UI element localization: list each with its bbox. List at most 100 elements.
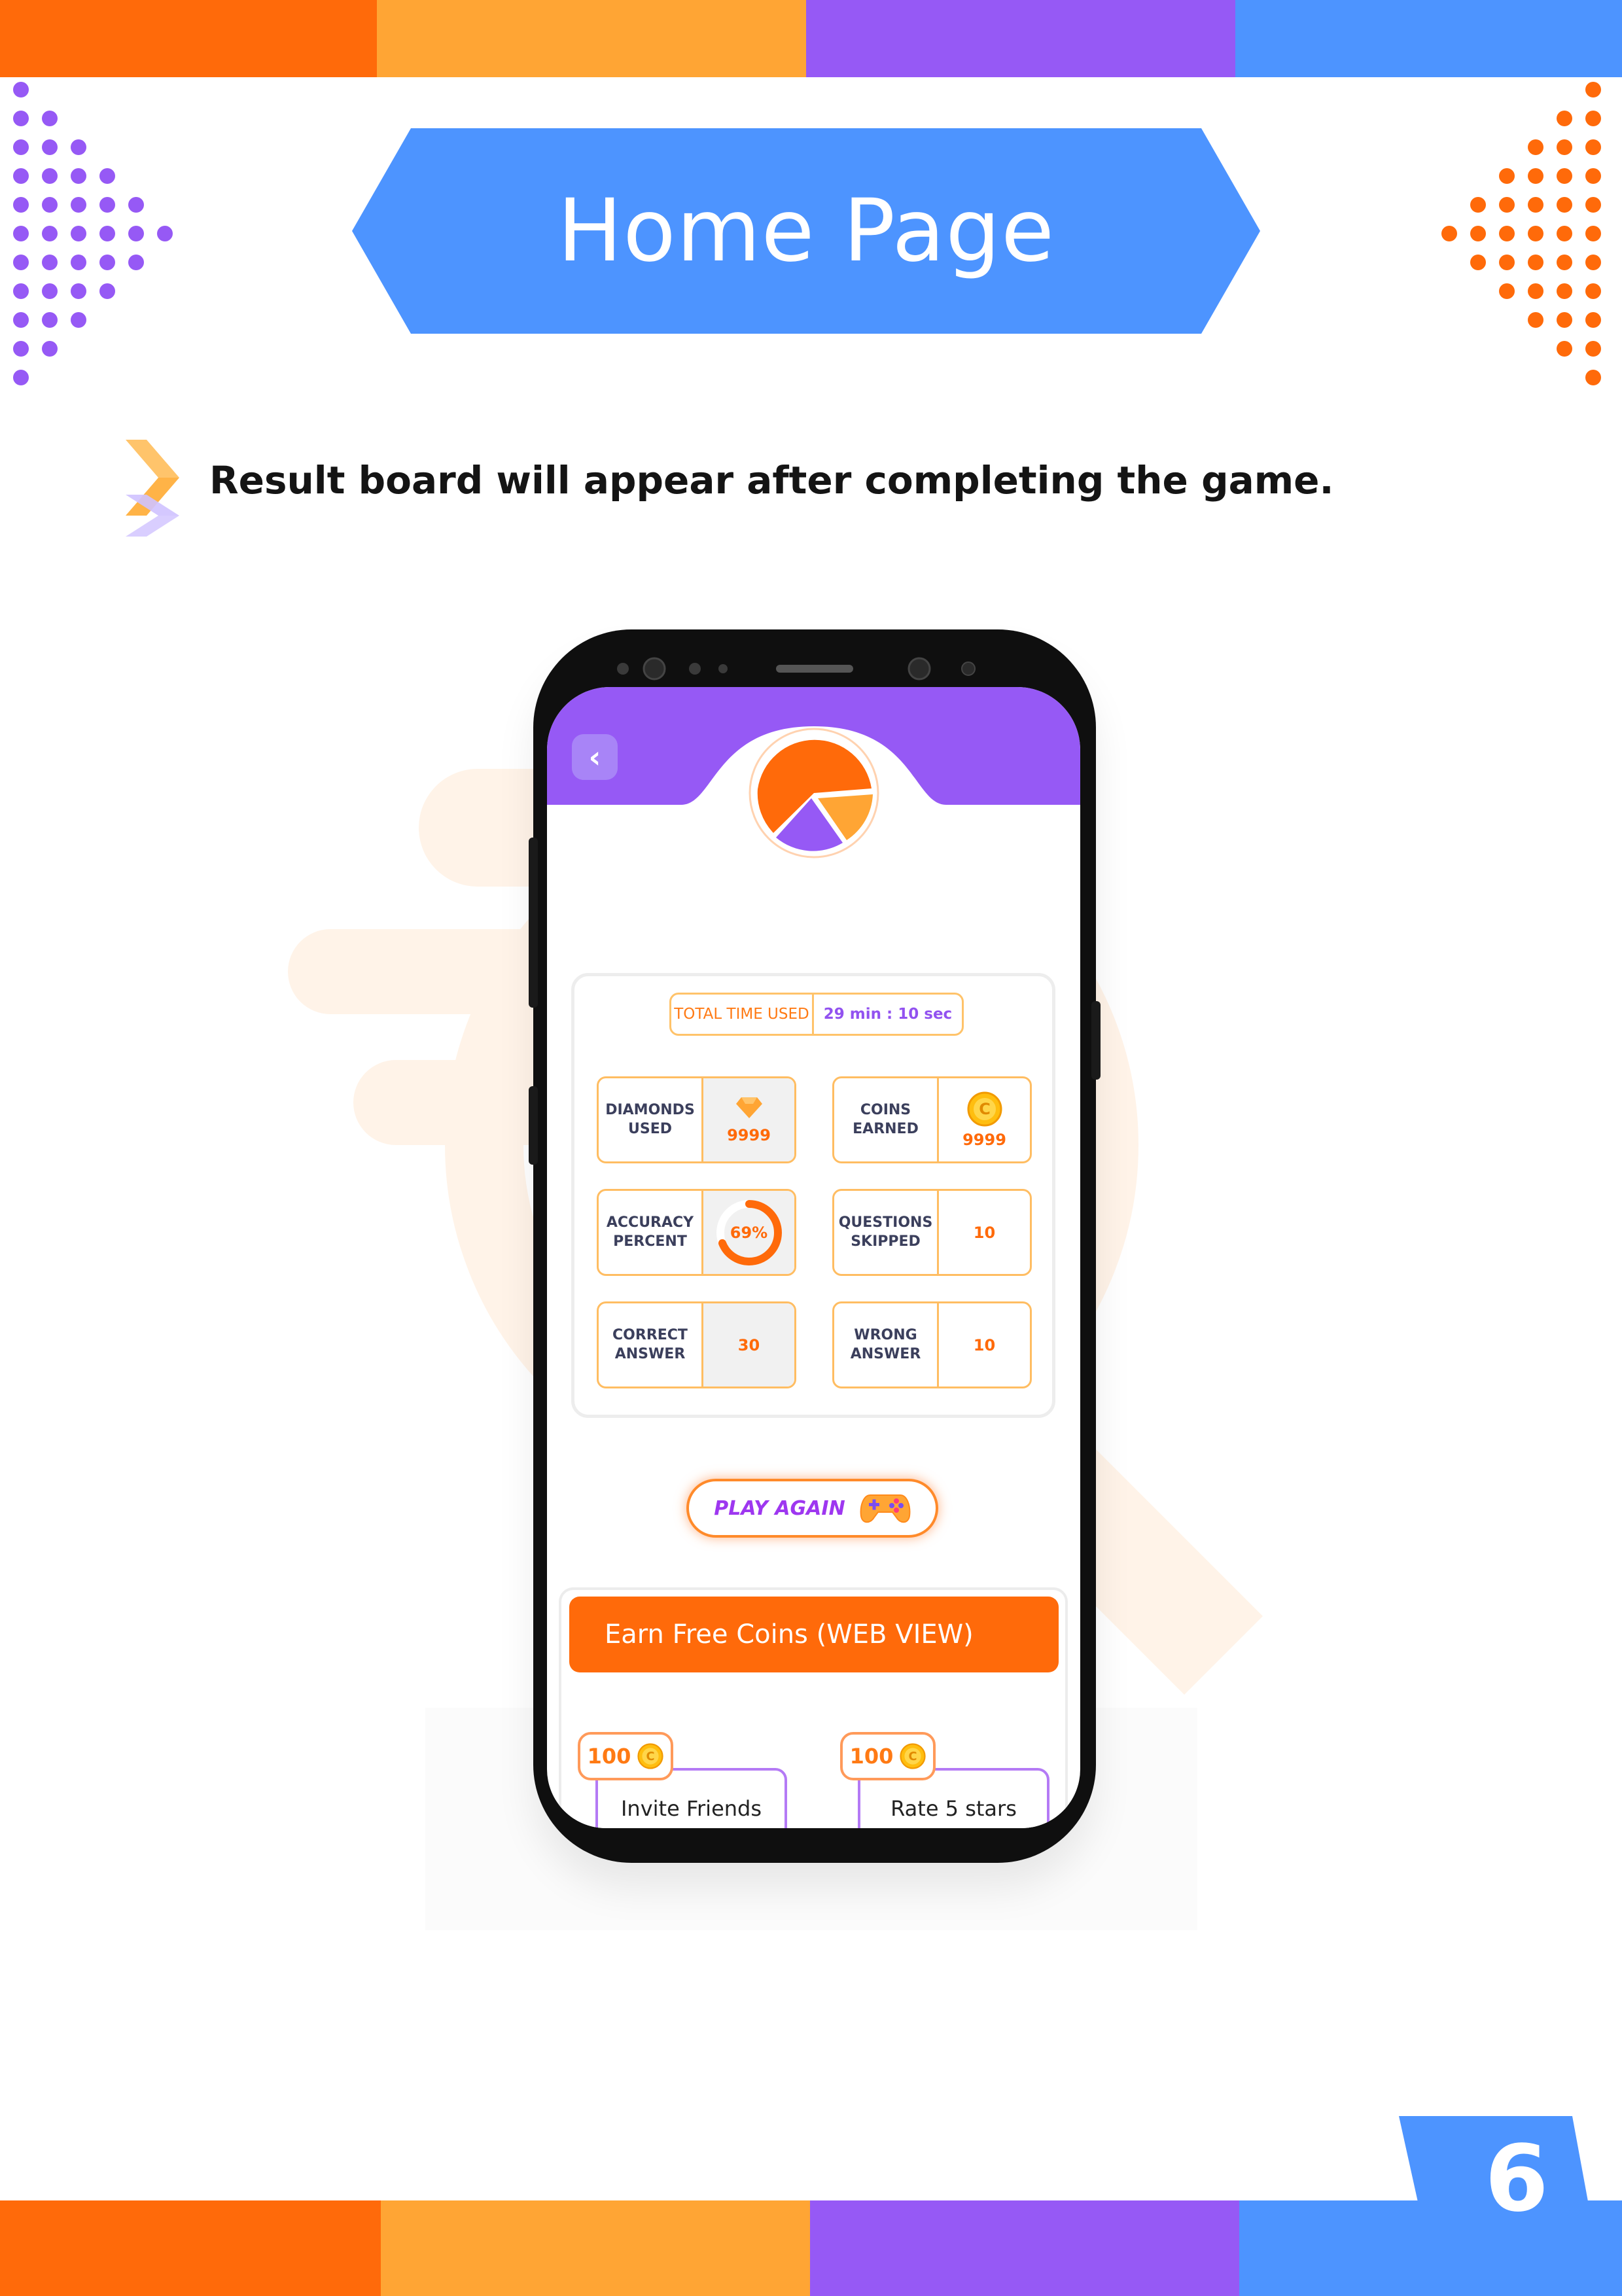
decorative-dot	[1585, 111, 1601, 126]
decorative-dot	[99, 283, 115, 299]
decorative-dot	[13, 370, 29, 385]
decorative-dot	[1528, 168, 1543, 184]
correct-answer-label: CORRECT ANSWER	[599, 1303, 703, 1386]
decorative-dot	[1585, 197, 1601, 213]
pie-chart-logo-icon	[749, 728, 879, 858]
decorative-dot	[71, 168, 86, 184]
decorative-dot	[1499, 226, 1515, 241]
right-dot-arrow-decoration	[1441, 82, 1601, 385]
decorative-dot	[1528, 197, 1543, 213]
decorative-dot	[1585, 312, 1601, 328]
decorative-dot	[71, 312, 86, 328]
result-stats-card: TOTAL TIME USED 29 min : 10 sec DIAMONDS…	[571, 973, 1055, 1418]
decorative-dot	[13, 226, 29, 241]
diamonds-used-label: DIAMONDS USED	[599, 1078, 703, 1161]
decorative-dot	[13, 82, 29, 97]
decorative-dot	[1557, 283, 1572, 299]
play-again-button[interactable]: PLAY AGAIN	[686, 1479, 938, 1538]
decorative-dot	[42, 255, 58, 270]
decorative-dot	[1528, 312, 1543, 328]
questions-skipped-label: QUESTIONS SKIPPED	[834, 1191, 939, 1274]
reward-value: 100	[587, 1744, 631, 1769]
decorative-dot	[1499, 197, 1515, 213]
phone-volume-button	[529, 838, 538, 1008]
decorative-dot	[157, 226, 173, 241]
decorative-dot	[1441, 226, 1457, 241]
decorative-dot	[1499, 283, 1515, 299]
coin-icon: C	[637, 1743, 664, 1769]
accuracy-percent-stat: ACCURACY PERCENT 69%	[597, 1189, 796, 1276]
phone-screen: ‹ TOTAL TIME USED 29 min : 10 sec DIAMON…	[547, 687, 1080, 1828]
decorative-dot	[42, 283, 58, 299]
decorative-dot	[13, 283, 29, 299]
decorative-dot	[42, 341, 58, 357]
decorative-dot	[128, 255, 144, 270]
decorative-dot	[1585, 168, 1601, 184]
earn-free-coins-button[interactable]: Earn Free Coins (WEB VIEW)	[569, 1597, 1059, 1672]
decorative-dot	[1557, 111, 1572, 126]
decorative-dot	[42, 139, 58, 155]
decorative-dot	[1528, 255, 1543, 270]
total-time-value: 29 min : 10 sec	[823, 1006, 953, 1023]
decorative-dot	[13, 341, 29, 357]
decorative-dot	[42, 168, 58, 184]
correct-answer-stat: CORRECT ANSWER 30	[597, 1301, 796, 1388]
back-button[interactable]: ‹	[572, 734, 618, 780]
decorative-dot	[1470, 255, 1486, 270]
decorative-dot	[42, 111, 58, 126]
correct-answer-value: 30	[703, 1303, 794, 1386]
decorative-dot	[1557, 168, 1572, 184]
bullet-text: Result board will appear after completin…	[209, 458, 1334, 503]
total-time-pill: TOTAL TIME USED 29 min : 10 sec	[669, 993, 964, 1036]
decorative-dot	[1557, 312, 1572, 328]
total-time-label: TOTAL TIME USED	[671, 995, 814, 1034]
decorative-dot	[1557, 139, 1572, 155]
wrong-answer-value: 10	[973, 1335, 996, 1354]
decorative-dot	[1585, 370, 1601, 385]
decorative-dot	[13, 197, 29, 213]
decorative-dot	[99, 226, 115, 241]
decorative-dot	[1585, 139, 1601, 155]
decorative-dot	[1557, 226, 1572, 241]
decorative-dot	[128, 226, 144, 241]
decorative-dot	[1585, 283, 1601, 299]
svg-text:C: C	[909, 1750, 917, 1763]
wrong-answer-stat: WRONG ANSWER 10	[832, 1301, 1032, 1388]
chevron-bullet-icon	[126, 440, 179, 537]
decorative-dot	[1585, 82, 1601, 97]
decorative-dot	[42, 197, 58, 213]
accuracy-percent-label: ACCURACY PERCENT	[599, 1191, 703, 1274]
accuracy-percent-value: 69%	[730, 1223, 768, 1242]
decorative-dot	[1585, 341, 1601, 357]
decorative-dot	[1470, 226, 1486, 241]
decorative-dot	[71, 139, 86, 155]
decorative-dot	[1585, 255, 1601, 270]
page-title: Home Page	[557, 181, 1055, 281]
coin-icon: C	[900, 1743, 926, 1769]
decorative-dot	[71, 197, 86, 213]
phone-side-button	[529, 1086, 538, 1165]
task-label-invite-friends: Invite Friends	[620, 1796, 762, 1821]
decorative-dot	[13, 139, 29, 155]
decorative-dot	[13, 255, 29, 270]
play-again-label: PLAY AGAIN	[714, 1496, 845, 1520]
coin-icon: C	[967, 1091, 1002, 1126]
svg-text:C: C	[979, 1100, 991, 1118]
coins-earned-label: COINS EARNED	[834, 1078, 939, 1161]
phone-power-button	[1091, 1001, 1101, 1080]
decorative-dot	[1557, 255, 1572, 270]
decorative-dot	[13, 111, 29, 126]
diamond-icon	[735, 1097, 762, 1118]
decorative-dot	[71, 283, 86, 299]
questions-skipped-stat: QUESTIONS SKIPPED 10	[832, 1189, 1032, 1276]
gamepad-icon	[860, 1494, 911, 1523]
diamonds-used-stat: DIAMONDS USED 9999	[597, 1076, 796, 1163]
decorative-dot	[13, 168, 29, 184]
chevron-left-icon: ‹	[588, 739, 601, 775]
page-number: 6	[1485, 2125, 1549, 2233]
left-dot-arrow-decoration	[13, 82, 173, 385]
coins-earned-value: 9999	[962, 1130, 1006, 1149]
bottom-color-bar	[0, 2200, 1622, 2296]
svg-text:C: C	[646, 1750, 655, 1763]
reward-badge-rate-5-stars: 100 C	[840, 1732, 936, 1780]
